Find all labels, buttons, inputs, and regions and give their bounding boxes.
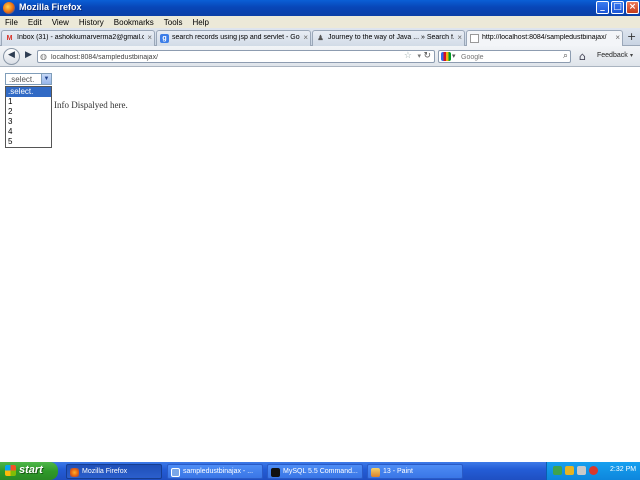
globe-icon: ◍ xyxy=(40,52,47,61)
tab-close-icon[interactable]: × xyxy=(147,33,152,42)
menu-bar: File Edit View History Bookmarks Tools H… xyxy=(0,16,640,28)
navigation-bar: ◀ ▶ ◍ ☆ ▾ ↻ ▾ ⌕ ⌂ Feedback ▾ xyxy=(0,46,640,67)
menu-help[interactable]: Help xyxy=(187,18,213,27)
page-icon xyxy=(470,34,479,43)
select-option[interactable]: 4 xyxy=(6,127,51,137)
tab-google-search[interactable]: g search records using jsp and servlet -… xyxy=(156,30,311,46)
minimize-button[interactable]: _ xyxy=(596,1,609,14)
bookmark-star-icon[interactable]: ☆ xyxy=(404,51,412,61)
page-content: .select. ▼ Info Dispalyed here. .select.… xyxy=(0,67,640,462)
tab-close-icon[interactable]: × xyxy=(303,33,308,42)
title-bar: Mozilla Firefox _ □ × xyxy=(0,0,640,16)
select-option[interactable]: 3 xyxy=(6,117,51,127)
home-icon[interactable]: ⌂ xyxy=(579,50,586,63)
back-icon[interactable]: ◀ xyxy=(3,48,20,65)
close-button[interactable]: × xyxy=(626,1,639,14)
taskbar-item-label: Mozilla Firefox xyxy=(82,468,128,475)
taskbar-item-paint[interactable]: 13 - Paint xyxy=(367,464,463,479)
alert-icon[interactable] xyxy=(589,466,598,475)
tab-label: Journey to the way of Java ... » Search … xyxy=(328,34,454,41)
windows-logo-icon xyxy=(5,465,16,476)
chevron-down-icon[interactable]: ▾ xyxy=(417,52,421,60)
number-select[interactable]: .select. ▼ xyxy=(5,73,52,85)
firefox-logo-icon xyxy=(3,2,15,14)
tab-close-icon[interactable]: × xyxy=(457,33,462,42)
clock[interactable]: 2:32 PM xyxy=(610,466,636,473)
search-bar[interactable]: ▾ ⌕ xyxy=(438,50,571,63)
taskbar-item-firefox[interactable]: Mozilla Firefox xyxy=(66,464,162,479)
taskbar-item-sampledustbinajax[interactable]: sampledustbinajax - ... xyxy=(167,464,263,479)
tab-label: http://localhost:8084/sampledustbinajax/ xyxy=(482,34,607,41)
select-option[interactable]: 2 xyxy=(6,107,51,117)
taskbar-item-mysql[interactable]: MySQL 5.5 Command... xyxy=(267,464,363,479)
taskbar-item-label: 13 - Paint xyxy=(383,468,413,475)
url-input[interactable] xyxy=(51,52,391,62)
taskbar-item-label: MySQL 5.5 Command... xyxy=(283,468,358,475)
gmail-icon: M xyxy=(6,35,13,42)
menu-view[interactable]: View xyxy=(47,18,74,27)
page-icon: ♟ xyxy=(317,35,324,42)
select-option[interactable]: 1 xyxy=(6,97,51,107)
google-icon: g xyxy=(160,34,169,43)
menu-file[interactable]: File xyxy=(0,18,23,27)
chevron-down-icon[interactable]: ▼ xyxy=(41,74,51,84)
select-dropdown-list[interactable]: .select. 1 2 3 4 5 xyxy=(5,86,52,148)
start-label: start xyxy=(19,464,43,476)
chevron-down-icon[interactable]: ▾ xyxy=(452,52,456,60)
tab-close-icon[interactable]: × xyxy=(615,33,620,42)
network-icon[interactable] xyxy=(553,466,562,475)
feedback-button[interactable]: Feedback xyxy=(597,52,628,59)
forward-icon[interactable]: ▶ xyxy=(21,49,36,64)
taskbar: start Mozilla Firefox sampledustbinajax … xyxy=(0,462,640,480)
tab-localhost[interactable]: http://localhost:8084/sampledustbinajax/… xyxy=(466,30,623,47)
menu-tools[interactable]: Tools xyxy=(159,18,188,27)
paint-icon xyxy=(371,468,380,477)
url-bar[interactable]: ◍ ☆ ▾ ↻ xyxy=(37,50,435,63)
search-icon[interactable]: ⌕ xyxy=(563,51,568,61)
tab-strip: M Inbox (31) - ashokkumarverma2@gmail.c.… xyxy=(0,28,640,47)
tab-gmail[interactable]: M Inbox (31) - ashokkumarverma2@gmail.c.… xyxy=(1,30,155,46)
search-input[interactable] xyxy=(461,52,556,62)
select-option[interactable]: 5 xyxy=(6,137,51,147)
info-text: Info Dispalyed here. xyxy=(54,100,128,110)
reload-icon[interactable]: ↻ xyxy=(423,51,431,61)
new-tab-icon[interactable]: + xyxy=(627,30,636,43)
menu-bookmarks[interactable]: Bookmarks xyxy=(109,18,159,27)
volume-icon[interactable] xyxy=(577,466,586,475)
firefox-icon xyxy=(70,468,79,477)
chevron-down-icon[interactable]: ▾ xyxy=(630,52,633,59)
tab-label: Inbox (31) - ashokkumarverma2@gmail.c... xyxy=(17,34,144,41)
tab-journey-java[interactable]: ♟ Journey to the way of Java ... » Searc… xyxy=(312,30,465,46)
menu-edit[interactable]: Edit xyxy=(23,18,47,27)
window-title: Mozilla Firefox xyxy=(19,2,82,12)
maximize-button[interactable]: □ xyxy=(611,1,624,14)
google-icon[interactable] xyxy=(441,52,451,61)
select-option[interactable]: .select. xyxy=(6,87,51,97)
start-button[interactable]: start xyxy=(0,462,58,480)
netbeans-icon xyxy=(171,468,180,477)
tab-label: search records using jsp and servlet - G… xyxy=(172,34,300,41)
system-tray: 2:32 PM xyxy=(546,462,640,480)
console-icon xyxy=(271,468,280,477)
menu-history[interactable]: History xyxy=(74,18,109,27)
select-value: .select. xyxy=(9,75,35,84)
security-icon[interactable] xyxy=(565,466,574,475)
taskbar-item-label: sampledustbinajax - ... xyxy=(183,468,254,475)
